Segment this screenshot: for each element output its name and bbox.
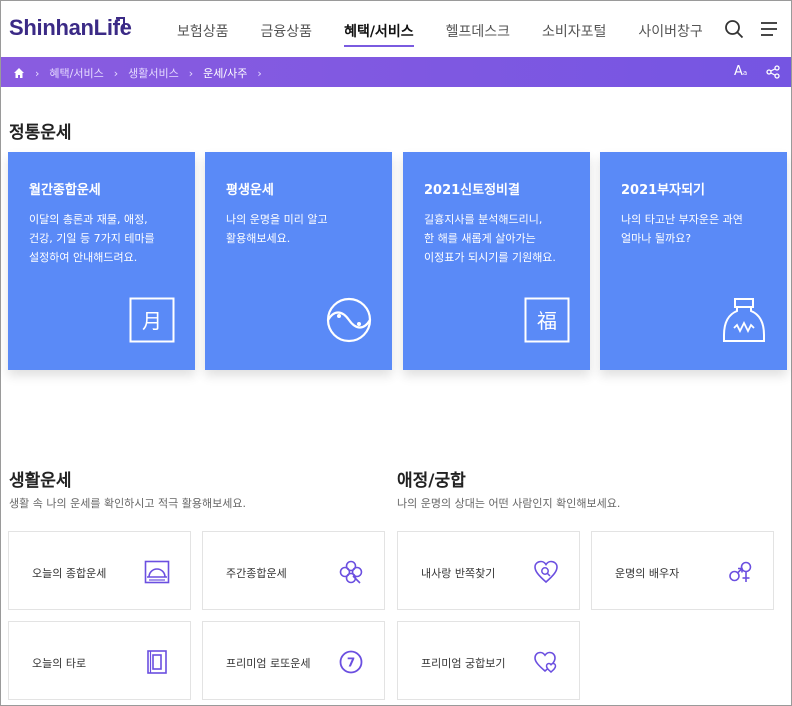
tile-label: 프리미엄 로또운세	[226, 657, 311, 670]
fortune-character-icon: 福	[524, 297, 570, 343]
section-title-life: 생활운세	[9, 471, 72, 491]
tile-today-fortune[interactable]: 오늘의 종합운세	[8, 531, 191, 610]
card-description: 나의 운명을 미리 알고 활용해보세요.	[226, 213, 328, 245]
font-size-button[interactable]: Aa	[734, 64, 747, 79]
section-title-traditional: 정통운세	[9, 123, 72, 143]
tile-premium-lotto[interactable]: 프리미엄 로또운세 7	[202, 621, 385, 700]
tarot-card-icon	[147, 650, 167, 674]
tile-label: 오늘의 타로	[32, 657, 87, 670]
nav-item-insurance[interactable]: 보험상품	[177, 1, 229, 57]
tile-premium-compatibility[interactable]: 프리미엄 궁합보기	[397, 621, 580, 700]
search-icon[interactable]	[724, 19, 744, 39]
nav-item-benefits[interactable]: 혜택/서비스	[344, 1, 414, 57]
shinhanlife-logo[interactable]: ShinhanLife	[9, 15, 132, 41]
chevron-right-icon: ›	[35, 66, 40, 80]
nav-item-consumer-portal[interactable]: 소비자포털	[542, 1, 606, 57]
breadcrumb: › 혜택/서비스 › 생활서비스 › 운세/사주 ›	[13, 65, 272, 81]
share-icon[interactable]	[766, 65, 780, 79]
card-title: 월간종합운세	[29, 183, 101, 198]
section-subtitle-love: 나의 운명의 상대는 어떤 사람인지 확인해보세요.	[397, 497, 621, 510]
tile-today-tarot[interactable]: 오늘의 타로	[8, 621, 191, 700]
section-subtitle-life: 생활 속 나의 운세를 확인하시고 적극 활용해보세요.	[9, 497, 246, 510]
lotto-ball-icon: 7	[339, 650, 363, 674]
main-nav: 보험상품 금융상품 혜택/서비스 헬프데스크 소비자포털 사이버창구	[177, 1, 735, 57]
tile-label: 프리미엄 궁합보기	[421, 657, 506, 670]
moon-character-icon: 月	[129, 297, 175, 343]
nav-item-helpdesk[interactable]: 헬프데스크	[446, 1, 510, 57]
breadcrumb-current[interactable]: 운세/사주	[203, 65, 247, 81]
card-become-rich[interactable]: 2021부자되기 나의 타고난 부자운은 과연 얼마나 될까요?	[600, 152, 787, 370]
chevron-right-icon: ›	[188, 66, 194, 80]
nav-item-cyber-branch[interactable]: 사이버창구	[638, 1, 702, 57]
clover-icon	[339, 560, 363, 584]
yin-yang-icon	[326, 297, 372, 343]
card-icon-char: 月	[142, 309, 162, 333]
heart-search-icon	[534, 560, 558, 584]
card-tojeong-fortune[interactable]: 2021신토정비결 길흉지사를 분석해드리니, 한 해를 새롭게 살아가는 이정…	[403, 152, 590, 370]
tile-label: 주간종합운세	[226, 567, 287, 580]
card-monthly-fortune[interactable]: 월간종합운세 이달의 총론과 재물, 애정, 건강, 기일 등 7가지 테마를 …	[8, 152, 195, 370]
breadcrumb-item[interactable]: 혜택/서비스	[49, 65, 103, 81]
breadcrumb-item[interactable]: 생활서비스	[128, 65, 179, 81]
card-icon-char: 福	[537, 309, 557, 333]
site-header: ShinhanLife 보험상품 금융상품 혜택/서비스 헬프데스크 소비자포털…	[1, 1, 791, 57]
breadcrumb-bar: › 혜택/서비스 › 생활서비스 › 운세/사주 › Aa	[1, 57, 791, 87]
card-title: 2021부자되기	[621, 183, 706, 198]
card-description: 나의 타고난 부자운은 과연 얼마나 될까요?	[621, 213, 743, 245]
chevron-right-icon: ›	[113, 66, 119, 80]
tile-label: 운명의 배우자	[615, 567, 680, 580]
gender-symbols-icon	[729, 561, 752, 582]
card-title: 2021신토정비결	[424, 183, 520, 198]
tile-find-other-half[interactable]: 내사랑 반쪽찾기	[397, 531, 580, 610]
font-size-sub: a	[742, 69, 748, 77]
card-title: 평생운세	[226, 183, 274, 198]
menu-icon[interactable]	[759, 19, 779, 39]
sunrise-icon	[144, 560, 170, 584]
tile-destined-spouse[interactable]: 운명의 배우자	[591, 531, 774, 610]
money-bag-icon	[723, 298, 765, 342]
logo-corner-mark	[116, 17, 125, 28]
double-heart-icon	[534, 651, 557, 673]
card-lifetime-fortune[interactable]: 평생운세 나의 운명을 미리 알고 활용해보세요.	[205, 152, 392, 370]
lotto-number: 7	[347, 656, 355, 670]
font-size-label: A	[734, 64, 743, 79]
home-icon[interactable]	[13, 67, 25, 79]
tile-weekly-fortune[interactable]: 주간종합운세	[202, 531, 385, 610]
card-description: 길흉지사를 분석해드리니, 한 해를 새롭게 살아가는 이정표가 되시기를 기원…	[424, 213, 556, 264]
nav-item-finance[interactable]: 금융상품	[261, 1, 313, 57]
tile-label: 내사랑 반쪽찾기	[421, 567, 496, 580]
tile-label: 오늘의 종합운세	[32, 567, 107, 580]
card-description: 이달의 총론과 재물, 애정, 건강, 기일 등 7가지 테마를 설정하여 안내…	[29, 213, 155, 264]
chevron-right-icon: ›	[257, 66, 262, 80]
section-title-love: 애정/궁합	[397, 471, 466, 491]
